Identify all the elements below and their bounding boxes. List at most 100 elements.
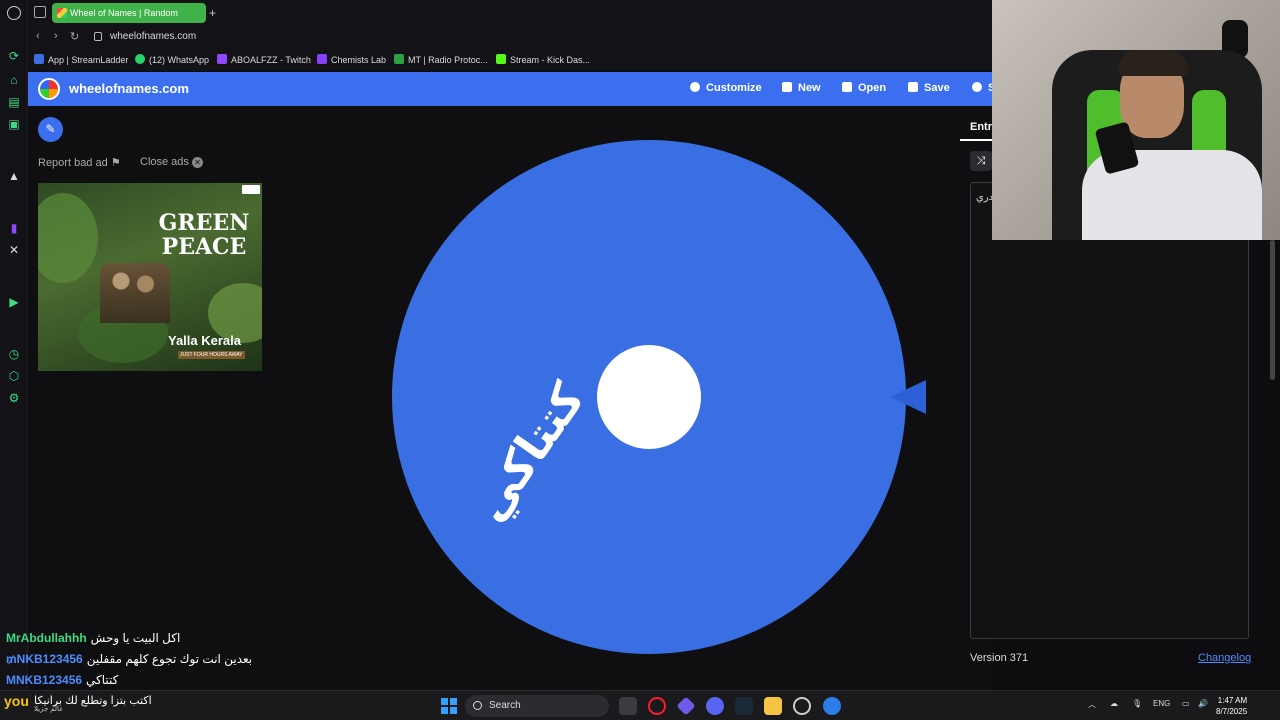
bookmark-chemists-lab[interactable]: Chemists Lab: [317, 54, 386, 65]
flag-icon: ⚑: [110, 157, 121, 169]
windows-start-icon[interactable]: [441, 698, 457, 714]
taskbar-clock[interactable]: 1:47 AM 8/7/2025: [1216, 695, 1247, 717]
site-header: wheelofnames.com Customize New Open Save…: [28, 72, 995, 106]
pencil-icon: ✎: [45, 122, 56, 136]
chemists-lab-icon: [317, 54, 327, 64]
new-tab-plus-icon[interactable]: +: [209, 3, 216, 23]
news-icon[interactable]: ▤: [6, 94, 22, 110]
chrome-icon[interactable]: [793, 697, 811, 715]
entries-textarea[interactable]: [970, 182, 1249, 639]
taskbar-search[interactable]: Search: [465, 695, 609, 717]
address-bar-url[interactable]: wheelofnames.com: [110, 31, 196, 42]
chat-message: MrAbdullahhh اكل البيت يا وحش: [6, 630, 306, 651]
twitch-bookmark-icon: [217, 54, 227, 64]
tab-menu-icon[interactable]: [34, 6, 46, 18]
shuffle-icon: ⤨: [976, 155, 986, 167]
tab-wheel-of-names[interactable]: Wheel of Names | Random: [52, 3, 206, 23]
edit-pencil-button[interactable]: ✎: [38, 117, 63, 142]
tab-entries-underline: [960, 139, 992, 141]
tab-title: Wheel of Names | Random: [70, 8, 178, 18]
share-icon: [972, 82, 982, 92]
palette-icon: [690, 82, 700, 92]
ad-title: GREEN PEACE: [158, 210, 250, 260]
bookmark-twitch[interactable]: ABOALFZZ - Twitch: [217, 54, 311, 65]
app-blue-icon[interactable]: [823, 697, 841, 715]
ad-people-image: [100, 263, 170, 323]
windows-taskbar: Search ︿ ☁ 🎙 ENG ▭ 🔊 1:47 AM 8/7/2025: [0, 690, 1280, 720]
wheel[interactable]: كتتاكي: [392, 140, 906, 654]
network-icon[interactable]: ▭: [1182, 699, 1190, 708]
wheel-favicon-icon: [57, 8, 67, 18]
player-icon[interactable]: ▶: [6, 294, 22, 310]
lock-icon: [94, 32, 102, 41]
bookmark-kick[interactable]: Stream - Kick Das...: [496, 54, 590, 65]
back-arrow-icon[interactable]: ‹: [36, 30, 40, 42]
shuffle-button[interactable]: ⤨: [970, 151, 992, 171]
ad-brand: Yalla Kerala: [168, 333, 241, 348]
open-button[interactable]: Open: [842, 82, 886, 94]
wheel-pointer-arrow-icon: [890, 380, 926, 414]
wheelofnames-logo-icon[interactable]: [38, 78, 60, 100]
customize-button[interactable]: Customize: [690, 82, 762, 94]
chat-username: MNKB123456: [6, 673, 83, 687]
stream-logo: you: [4, 693, 29, 709]
opera-gx-taskbar-icon[interactable]: [648, 697, 666, 715]
bookmark-radio-protocol[interactable]: MT | Radio Protoc...: [394, 54, 488, 65]
tab-bar: Wheel of Names | Random +: [28, 0, 992, 26]
bookmark-whatsapp[interactable]: (12) WhatsApp: [135, 54, 209, 65]
chat-username: ₥NKB123456: [6, 652, 83, 666]
whatsapp-icon: [135, 54, 145, 64]
ad-banner[interactable]: GREEN PEACE Yalla Kerala JUST FOUR HOURS…: [38, 183, 262, 371]
screen: ⟳ ⌂ ▤ ▣ ▲ ▮ ✕ ▶ ◷ ⬡ ⚙ Wheel of Names | R…: [0, 0, 1280, 720]
browser-sidebar: ⟳ ⌂ ▤ ▣ ▲ ▮ ✕ ▶ ◷ ⬡ ⚙: [0, 0, 28, 690]
app-diamond-icon[interactable]: [676, 696, 696, 716]
streamladder-icon: [34, 54, 44, 64]
close-ads-link[interactable]: Close ads ✕: [140, 156, 203, 168]
reload-icon[interactable]: ↻: [70, 30, 79, 43]
bookmark-streamladder[interactable]: App | StreamLadder: [34, 54, 128, 65]
report-bad-ad-link[interactable]: Report bad ad ⚑: [38, 156, 121, 169]
new-button[interactable]: New: [782, 82, 821, 94]
stream-chat: MrAbdullahhh اكل البيت يا وحش ₥NKB123456 ب…: [6, 630, 306, 693]
extensions-icon[interactable]: ⬡: [6, 368, 22, 384]
settings-gear-icon[interactable]: ⚙: [6, 390, 22, 406]
messenger-icon[interactable]: ▣: [6, 116, 22, 132]
ad-subline: JUST FOUR HOURS AWAY: [178, 351, 245, 359]
history-icon[interactable]: ◷: [6, 346, 22, 362]
webcam-overlay: [992, 0, 1280, 240]
discord-icon[interactable]: [706, 697, 724, 715]
language-indicator[interactable]: ENG: [1153, 699, 1170, 708]
save-button[interactable]: Save: [908, 82, 950, 94]
opera-logo-icon[interactable]: [7, 6, 21, 20]
site-name[interactable]: wheelofnames.com: [69, 81, 189, 96]
tray-chevron-up-icon[interactable]: ︿: [1088, 699, 1096, 710]
file-explorer-icon[interactable]: [764, 697, 782, 715]
x-icon[interactable]: ✕: [6, 242, 22, 258]
changelog-link[interactable]: Changelog: [1198, 652, 1251, 664]
close-circle-icon: ✕: [191, 157, 203, 168]
streamer-hair: [1118, 50, 1188, 76]
chat-text: كتتاكي: [86, 673, 119, 687]
kick-icon: [496, 54, 506, 64]
folder-icon: [842, 82, 852, 92]
adchoices-icon[interactable]: [242, 185, 260, 194]
shopping-icon[interactable]: ⌂: [6, 72, 22, 88]
task-view-icon[interactable]: [619, 697, 637, 715]
chat-username: MrAbdullahhh: [6, 631, 87, 645]
gx-corner-icon[interactable]: ⟳: [6, 48, 22, 64]
twitch-icon[interactable]: ▮: [6, 220, 22, 236]
aria-icon[interactable]: ▲: [6, 168, 22, 184]
chat-text: بعدين انت توك تجوع كلهم مقفلين: [86, 652, 253, 666]
chat-text: اكل البيت يا وحش: [90, 631, 181, 645]
save-disk-icon: [908, 82, 918, 92]
address-bar-row: ‹ › ↻ wheelofnames.com: [28, 26, 992, 50]
forward-arrow-icon[interactable]: ›: [54, 30, 58, 42]
microphone-icon[interactable]: 🎙: [1132, 699, 1142, 708]
steam-icon[interactable]: [735, 697, 753, 715]
file-icon: [782, 82, 792, 92]
wheel-center-spin-button[interactable]: [597, 345, 701, 449]
ad-foliage: [38, 193, 98, 283]
volume-icon[interactable]: 🔊: [1198, 699, 1208, 708]
onedrive-cloud-icon[interactable]: ☁: [1110, 699, 1118, 708]
page-scrollbar[interactable]: [1270, 240, 1275, 380]
